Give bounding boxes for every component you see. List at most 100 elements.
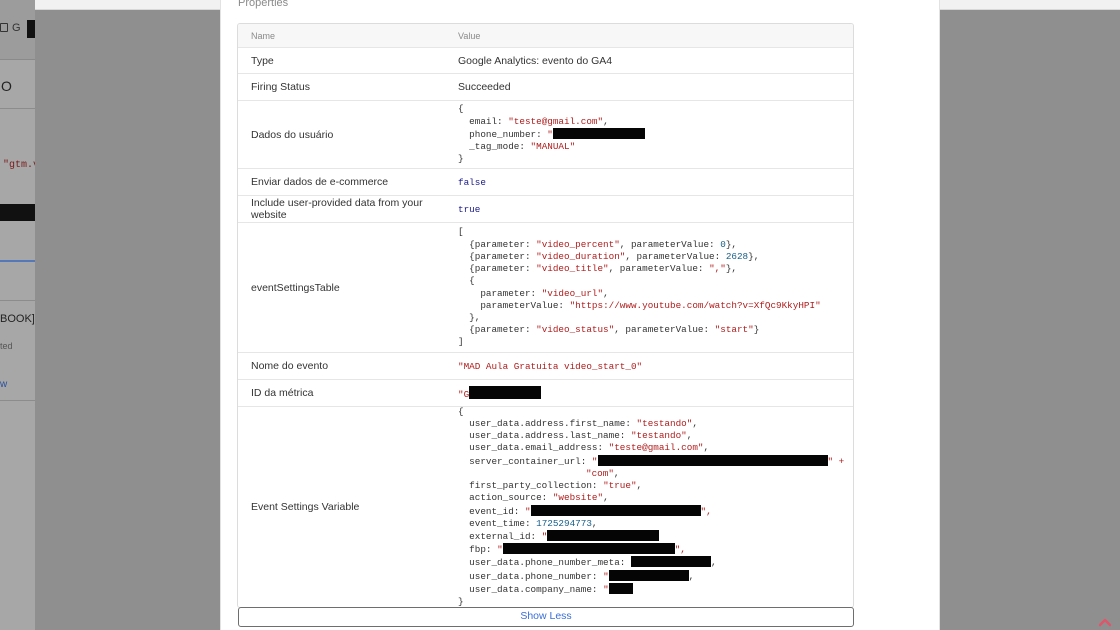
code-text: phone_number: [458,128,548,140]
code-string: "video_percent" [536,238,620,250]
code-text: email: [458,115,509,127]
code-string: "video_status" [536,324,615,336]
row-value-code: { email: "teste@gmail.com", phone_number… [458,103,853,165]
header-value: Value [458,30,481,41]
code-text: event_time: [458,517,537,529]
row-value: true [458,203,481,215]
code-text: action_source: [458,492,553,504]
code-text: [ [458,226,464,238]
code-text: , [613,467,620,479]
table-row: Firing Status Succeeded [238,73,853,100]
code-text: {parameter: [458,324,537,336]
code-text: parameter: [458,287,542,299]
code-text: user_data.company_name: [458,583,604,595]
show-less-button[interactable]: Show Less [238,607,854,627]
row-name: Firing Status [251,81,310,93]
header-name: Name [251,30,276,41]
code-text: , [688,570,695,582]
code-text: user_data.phone_number: [458,570,604,582]
code-string: ", [674,544,686,556]
properties-table: Name Value Type Google Analytics: evento… [237,23,854,608]
code-text: user_data.phone_number_meta: [458,557,631,569]
row-value: Google Analytics: evento do GA4 [458,54,613,67]
redaction-block [597,454,828,466]
section-title: Properties [238,0,289,9]
code-text: user_data.address.last_name: [458,430,631,442]
code-text: fbp: [458,544,498,556]
code-string: "testando" [630,430,687,442]
code-text: , [603,115,609,127]
row-name: Type [251,54,274,67]
code-text: { [458,405,464,417]
code-text: , [692,418,698,430]
background-heading: O [1,78,12,94]
redaction-block [608,582,633,594]
code-string: "video_url" [541,287,604,299]
background-selection-underline [0,260,35,262]
code-text: parameterValue: [458,299,570,311]
row-value-code: [ {parameter: "video_percent" , parameter… [458,226,853,348]
background-tab-bar: G [0,0,35,60]
redaction-block [552,127,645,139]
table-row: Type Google Analytics: evento do GA4 [238,47,853,73]
chevron-up-icon[interactable] [1098,617,1112,627]
code-text: }, [725,238,737,250]
row-name: Event Settings Variable [251,501,360,513]
table-row: Event Settings Variable { user_data.addr… [238,406,853,607]
code-text: { [458,103,464,115]
code-text: , parameterValue: [625,250,726,262]
background-code-snippet: "gtm.v [3,160,35,171]
redaction-block [0,204,35,221]
code-text: }, [748,250,760,262]
row-name: eventSettingsTable [251,281,340,294]
code-text: , [703,442,710,454]
code-text: {parameter: [458,250,537,262]
code-number: 2628 [725,250,749,262]
code-text: } [458,595,464,607]
code-text: , [710,557,717,569]
code-text: event_id: [458,505,525,517]
code-text: user_data.address.first_name: [458,418,637,430]
code-string: "website" [552,492,604,504]
table-header: Name Value [238,24,853,47]
table-row: Nome do evento "MAD Aula Gratuita video_… [238,352,853,379]
code-text: first_party_collection: [458,480,604,492]
row-name: Enviar dados de e-commerce [251,176,389,188]
background-app-sidebar: G O "gtm.v BOOK][ ted w [0,0,35,630]
code-text: , [636,480,643,492]
code-text: server_container_url: [458,455,592,467]
redaction-block [530,504,701,516]
background-status-text: ted [0,341,13,351]
divider [0,400,35,401]
redaction-block [502,543,675,555]
code-text: }, [458,311,481,323]
redaction-block [547,529,660,541]
redaction-block [608,569,689,581]
code-string: "https://www.youtube.com/watch?v=XfQc9Kk… [569,299,821,311]
code-text: external_id: [458,530,542,542]
row-name: ID da métrica [251,387,314,399]
row-value-code: { user_data.address.first_name: "testand… [458,405,853,607]
code-text: ] [458,336,464,348]
lock-icon [0,23,8,32]
row-value: false [458,176,486,188]
table-row: Enviar dados de e-commerce false [238,168,853,195]
code-string: "MANUAL" [530,141,576,153]
code-string: ", [700,505,712,517]
code-text: {parameter: [458,238,537,250]
table-row: eventSettingsTable [ {parameter: "video_… [238,222,853,352]
code-string: " + [827,455,845,467]
code-string: "teste@gmail.com" [608,442,704,454]
divider [0,300,35,301]
table-row: ID da métrica "G [238,379,853,406]
code-string: "video_duration" [536,250,626,262]
code-string: "true" [603,480,637,492]
code-string: "start" [714,324,754,336]
code-string: "video_title" [536,263,609,275]
code-text: {parameter: [458,263,537,275]
background-tab-label: G [12,22,21,34]
code-string: "teste@gmail.com" [508,115,604,127]
table-row: Dados do usuário { email: "teste@gmail.c… [238,100,853,168]
code-text: } [753,324,760,336]
row-name: Dados do usuário [251,128,334,141]
